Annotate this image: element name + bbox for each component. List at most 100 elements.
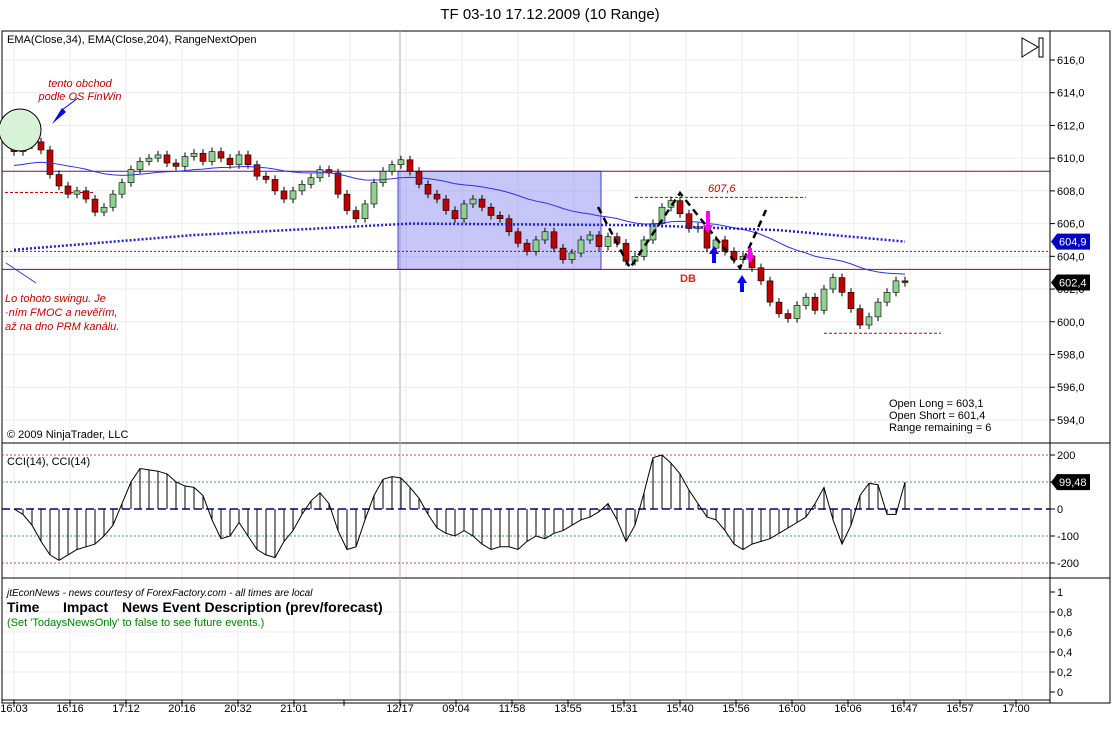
- candle-body: [316, 169, 324, 179]
- blue-up-arrow-icon: [737, 275, 747, 283]
- candle-body: [811, 296, 819, 311]
- candle-body: [514, 231, 522, 244]
- candle-body: [901, 280, 909, 283]
- candle-body: [865, 316, 873, 326]
- ema-slow-price-tag-label: 604,9: [1059, 237, 1087, 249]
- chart-title: TF 03-10 17.12.2009 (10 Range): [440, 6, 659, 23]
- cci-label: CCI(14), CCI(14): [7, 456, 90, 468]
- y-tick-label: 606,0: [1057, 219, 1085, 231]
- y-tick-label: 600,0: [1057, 317, 1085, 329]
- candle-body: [433, 193, 441, 200]
- x-tick-label: 15:40: [666, 703, 694, 715]
- candle-body: [289, 190, 297, 200]
- x-tick-label: 16:57: [946, 703, 974, 715]
- y-tick-label: 610,0: [1057, 153, 1085, 165]
- y-tick-label: 604,0: [1057, 251, 1085, 263]
- y-tick-label: 614,0: [1057, 88, 1085, 100]
- annotation-note: ·ním FMOC a nevěřím,: [5, 307, 117, 319]
- candle-body: [496, 215, 504, 219]
- candle-body: [424, 184, 432, 195]
- y-tick-label: 200: [1057, 450, 1075, 462]
- candle-body: [541, 231, 549, 241]
- candle-body: [784, 313, 792, 319]
- candle-body: [469, 198, 477, 205]
- candle-body: [838, 277, 846, 293]
- candle-body: [118, 182, 126, 195]
- annotation-note: Lo tohoto swingu. Je: [5, 293, 106, 305]
- y-tick-label: 0: [1057, 687, 1063, 699]
- level-label: 607,6: [708, 183, 736, 195]
- y-tick-label: 596,0: [1057, 382, 1085, 394]
- x-tick-label: 09:04: [442, 703, 470, 715]
- ema-fast-price-tag-label: 602,4: [1059, 277, 1087, 289]
- y-tick-label: 1: [1057, 587, 1063, 599]
- copyright: © 2009 NinjaTrader, LLC: [7, 429, 128, 441]
- scroll-to-end-button[interactable]: [1021, 37, 1044, 58]
- news-col-time: Time: [7, 599, 40, 615]
- candle-body: [559, 247, 567, 260]
- candle-body: [172, 162, 180, 167]
- y-tick-label: -100: [1057, 531, 1079, 543]
- x-tick-label: 15:31: [610, 703, 638, 715]
- candle-body: [235, 154, 243, 166]
- candle-body: [847, 292, 855, 309]
- blue-up-arrow-icon: [712, 253, 716, 263]
- candle-body: [217, 151, 225, 159]
- x-tick-label: 16:16: [56, 703, 84, 715]
- y-tick-label: 0: [1057, 504, 1063, 516]
- candle-body: [271, 179, 279, 192]
- x-tick-label: 11:58: [499, 703, 526, 715]
- annotation-note: tento obchod: [48, 78, 112, 90]
- candle-body: [379, 170, 387, 184]
- chart-canvas[interactable]: TF 03-10 17.12.2009 (10 Range) 616,0 614,…: [0, 0, 1112, 740]
- x-tick-label: 16:03: [0, 703, 28, 715]
- y-tick-label: 0,2: [1057, 667, 1072, 679]
- x-tick-label: 17:12: [112, 703, 140, 715]
- indicator-label: EMA(Close,34), EMA(Close,204), RangeNext…: [7, 34, 256, 46]
- candle-body: [343, 193, 351, 211]
- candle-body: [793, 305, 801, 319]
- blue-arrow-icon: [52, 108, 66, 124]
- candle-body: [523, 242, 531, 252]
- candle-body: [829, 277, 837, 290]
- candle-body: [442, 198, 450, 211]
- y-tick-label: -200: [1057, 558, 1079, 570]
- y-tick-label: 616,0: [1057, 55, 1085, 67]
- x-tick-label: 16:00: [778, 703, 806, 715]
- candle-body: [451, 210, 459, 219]
- candle-body: [154, 154, 162, 159]
- candle-body: [883, 292, 891, 303]
- candle-body: [208, 151, 216, 162]
- cci-panel: [2, 454, 1050, 564]
- candle-body: [298, 184, 306, 192]
- open-long: Open Long = 603,1: [889, 398, 984, 410]
- y-tick-label: 0,8: [1057, 607, 1072, 619]
- candle-body: [100, 206, 108, 213]
- y-tick-label: 594,0: [1057, 415, 1085, 427]
- annotation-note: podle OS FinWin: [37, 91, 121, 103]
- pink-down-arrow-icon: [748, 248, 752, 256]
- news-col-impact: Impact: [63, 599, 108, 615]
- candle-body: [676, 200, 684, 215]
- candle-body: [532, 239, 540, 252]
- x-tick-label: 21:01: [280, 703, 308, 715]
- y-tick-label: 598,0: [1057, 349, 1085, 361]
- candle-body: [802, 296, 810, 306]
- news-note: (Set 'TodaysNewsOnly' to false to see fu…: [7, 617, 264, 629]
- candle-body: [64, 185, 72, 195]
- candle-body: [136, 161, 144, 170]
- candle-body: [55, 174, 63, 187]
- x-tick-label: 13:55: [554, 703, 582, 715]
- candle-body: [874, 301, 882, 318]
- range-remaining: Range remaining = 6: [889, 422, 991, 434]
- candle-body: [487, 206, 495, 216]
- news-header: jtEconNews - news courtesy of ForexFacto…: [5, 588, 313, 599]
- blue-up-arrow-icon: [740, 282, 744, 292]
- candle-body: [82, 190, 90, 200]
- annotation-note: až na dno PRM kanálu.: [5, 321, 119, 333]
- candle-body: [244, 154, 252, 166]
- candle-body: [397, 159, 405, 166]
- candle-body: [892, 280, 900, 293]
- candle-body: [460, 203, 468, 219]
- candle-body: [856, 308, 864, 326]
